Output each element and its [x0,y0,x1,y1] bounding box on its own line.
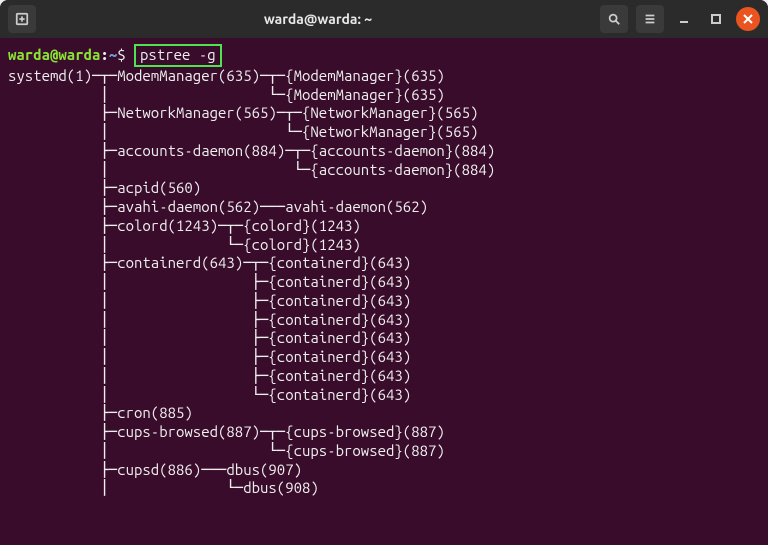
search-button[interactable] [600,5,628,33]
hamburger-icon [643,12,657,26]
close-icon [743,14,753,24]
minimize-icon [679,14,689,24]
prompt-path: ~ [109,46,117,63]
menu-button[interactable] [636,5,664,33]
prompt-dollar: $ [117,46,125,63]
pstree-output: systemd(1)─┬─ModemManager(635)─┬─{ModemM… [8,67,495,497]
close-button[interactable] [736,7,760,31]
new-tab-icon [15,12,29,26]
command-highlight-box: pstree -g [134,44,222,67]
terminal-body[interactable]: warda@warda:~$ pstree -g systemd(1)─┬─Mo… [0,38,768,545]
search-icon [607,12,621,26]
titlebar: warda@warda: ~ [0,0,768,38]
command-text: pstree -g [140,46,216,63]
maximize-button[interactable] [704,7,728,31]
window-title: warda@warda: ~ [44,11,592,27]
prompt-colon: : [100,46,108,63]
terminal-window: warda@warda: ~ warda@warda:~$ pstree -g … [0,0,768,545]
prompt-user-host: warda@warda [8,46,100,63]
new-tab-button[interactable] [8,5,36,33]
minimize-button[interactable] [672,7,696,31]
maximize-icon [711,14,721,24]
